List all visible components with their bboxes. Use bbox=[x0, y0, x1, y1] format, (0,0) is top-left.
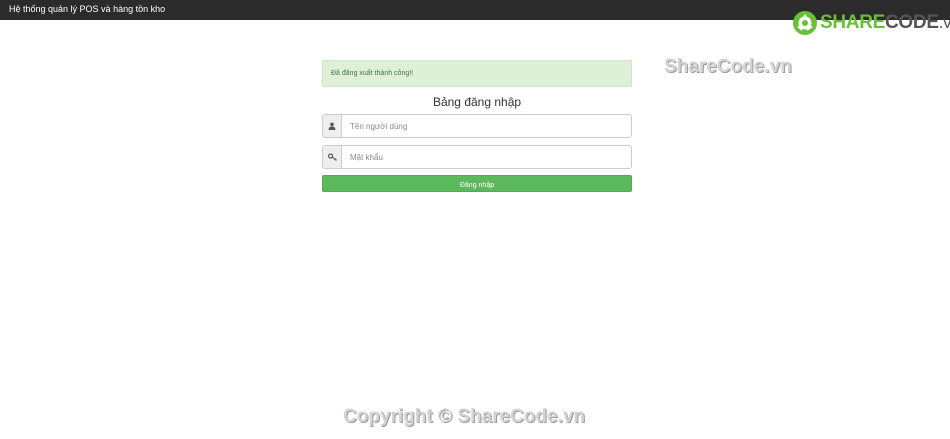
logout-success-alert: Đã đăng xuất thành công!! bbox=[322, 60, 632, 87]
logo-text-suffix: .vn bbox=[938, 13, 950, 32]
logo-text-share: SHARE bbox=[820, 12, 886, 33]
login-panel-title: Bảng đăng nhập bbox=[432, 95, 522, 109]
password-field[interactable] bbox=[342, 146, 631, 168]
watermark-bottom: Copyright © ShareCode.vn bbox=[343, 406, 586, 427]
watermark-top: ShareCode.vn bbox=[664, 56, 792, 77]
recycle-logo-icon bbox=[792, 10, 818, 36]
logo-text: SHARECODE.vn bbox=[820, 12, 950, 34]
password-input-group bbox=[322, 145, 632, 169]
key-icon bbox=[323, 146, 342, 168]
app-title[interactable]: Hệ thống quản lý POS và hàng tồn kho bbox=[9, 4, 165, 14]
logo-text-code: CODE bbox=[885, 12, 939, 33]
username-field[interactable] bbox=[342, 115, 631, 137]
user-icon bbox=[323, 115, 342, 137]
sharecode-logo: SHARECODE.vn bbox=[792, 9, 950, 37]
login-button[interactable]: Đăng nhập bbox=[322, 175, 632, 192]
username-input-group bbox=[322, 114, 632, 138]
alert-message: Đã đăng xuất thành công!! bbox=[331, 70, 414, 77]
